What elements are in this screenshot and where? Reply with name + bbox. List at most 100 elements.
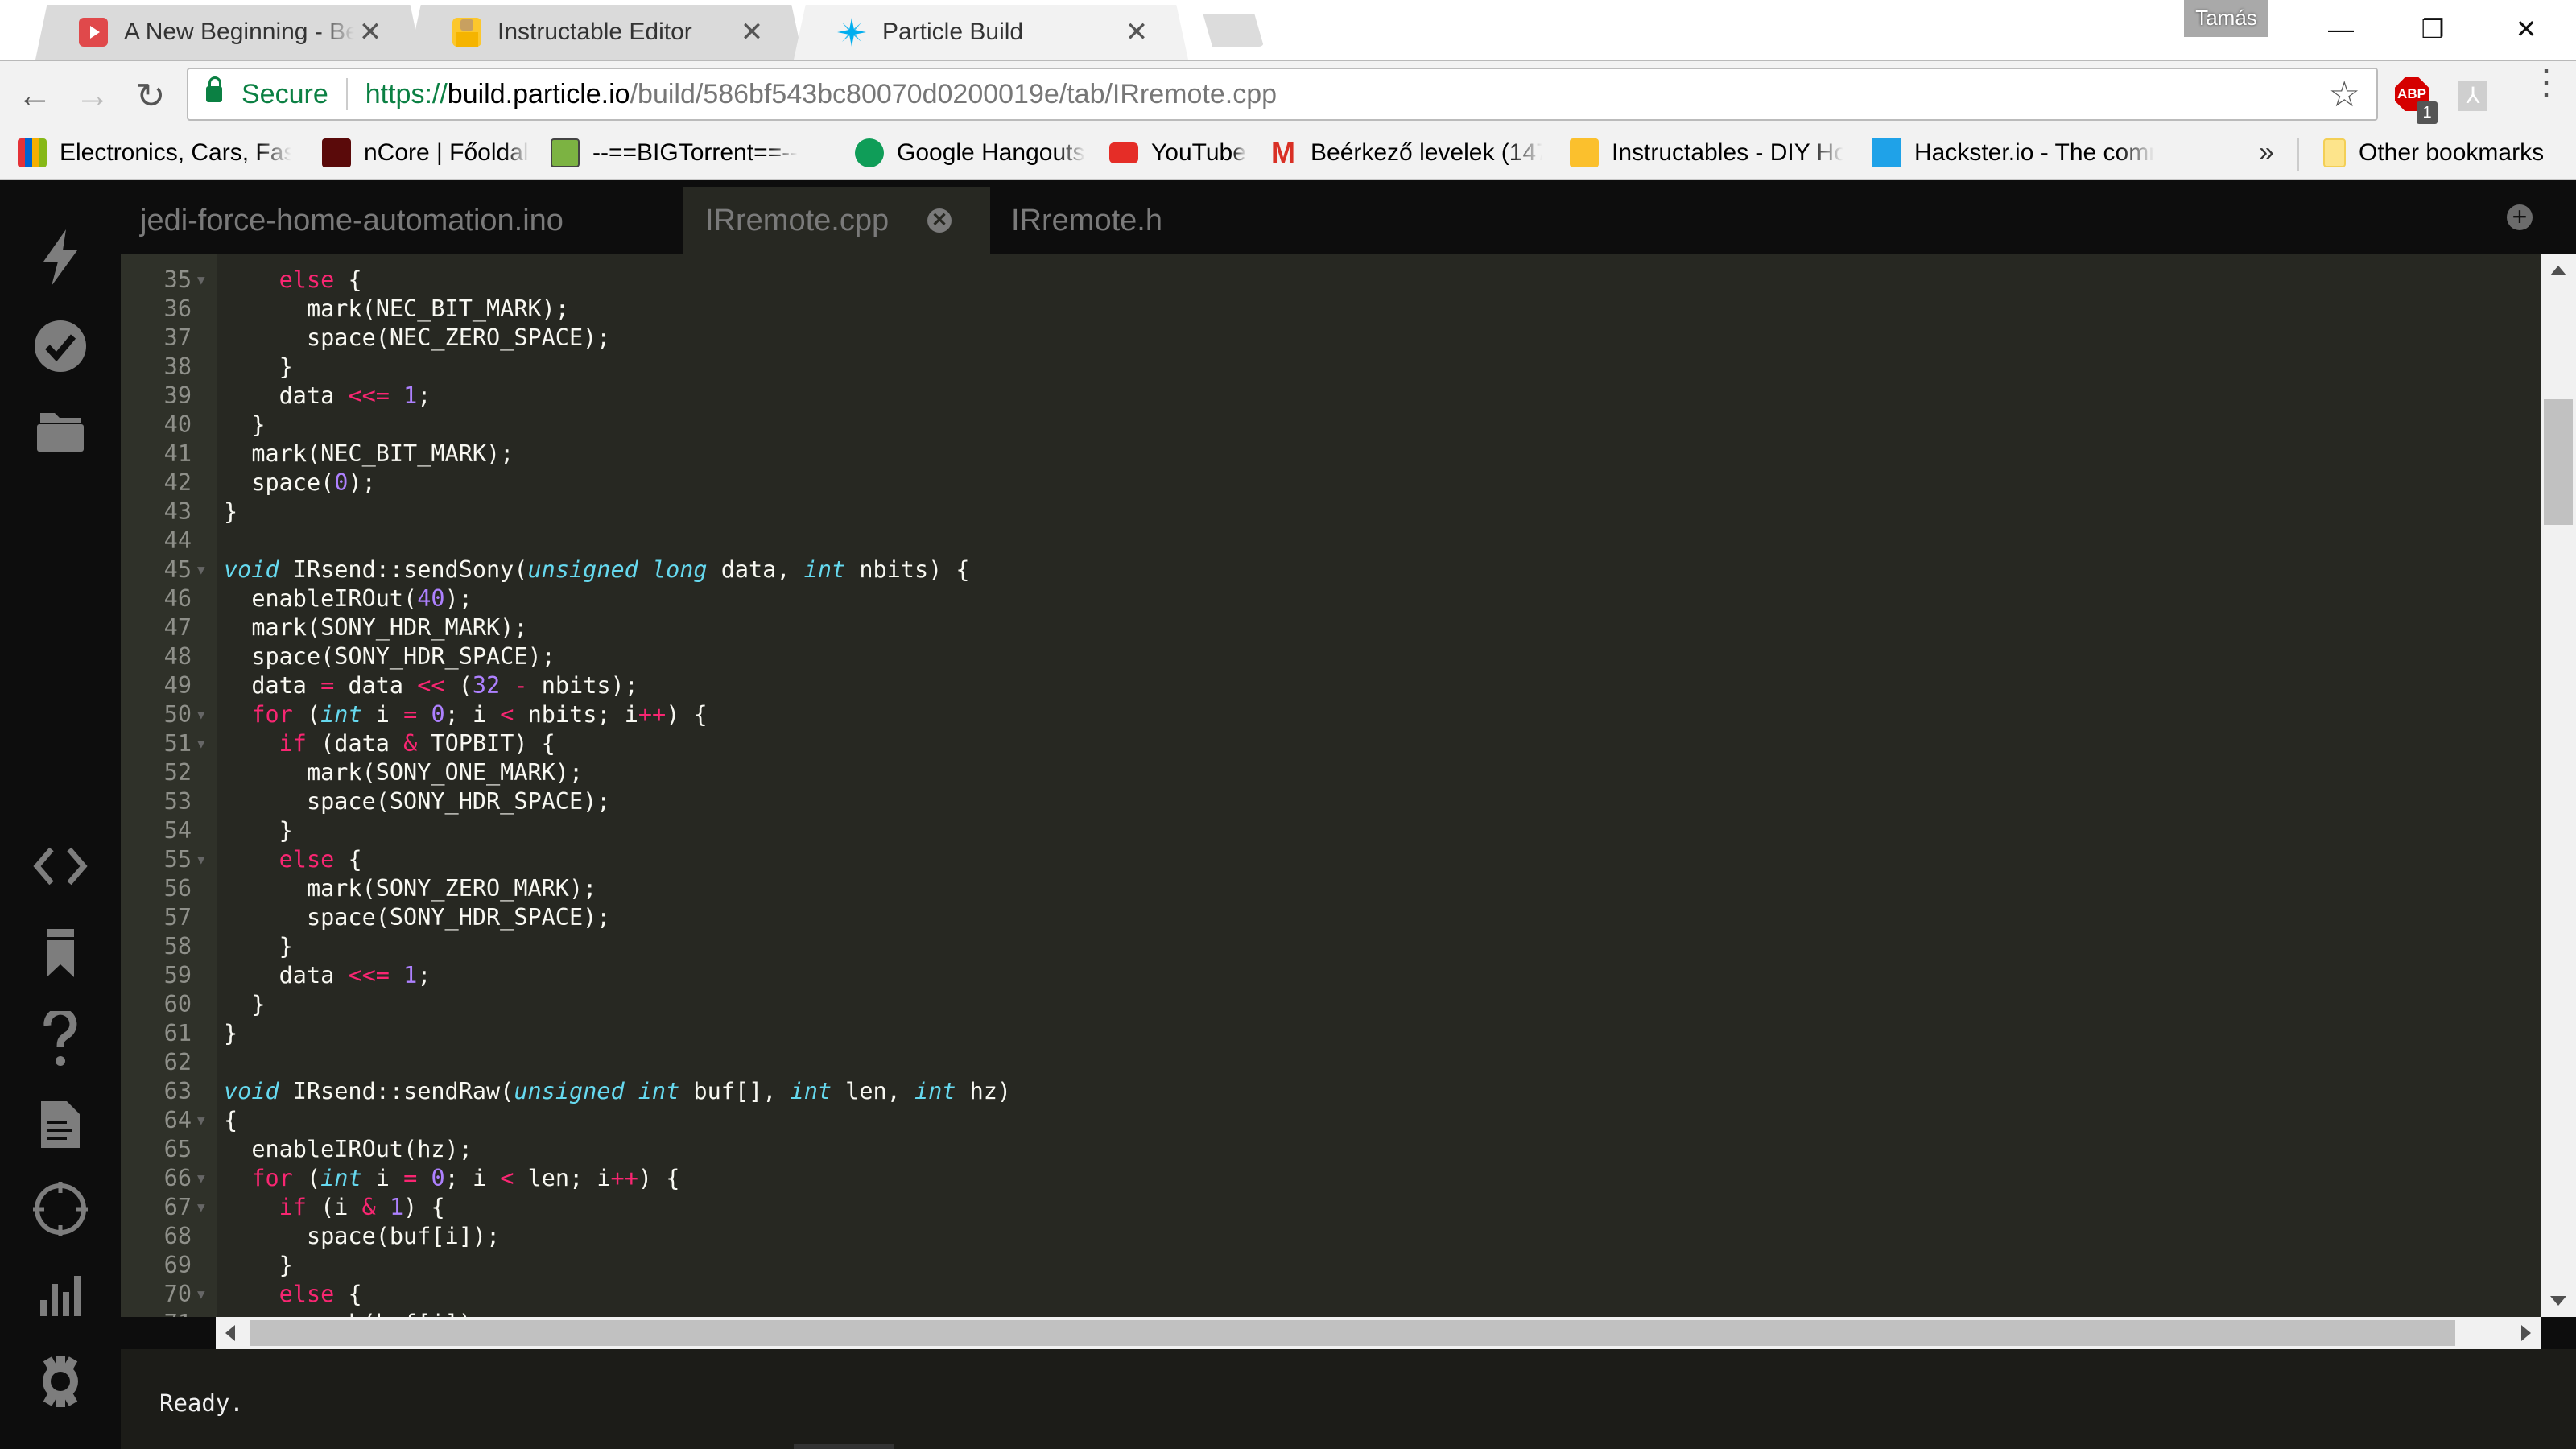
chrome-menu-icon[interactable]: ⋮ <box>2529 65 2563 116</box>
code-line[interactable]: 42 space(0); <box>121 469 2541 497</box>
ncore-icon <box>322 138 351 167</box>
fold-arrow-icon[interactable]: ▼ <box>197 700 205 729</box>
profile-button[interactable]: Tamás <box>2184 0 2268 37</box>
console-chart-icon[interactable] <box>28 1262 93 1327</box>
fold-arrow-icon[interactable]: ▼ <box>197 1106 205 1135</box>
bookmark-star-icon[interactable]: ☆ <box>2329 74 2360 115</box>
fold-arrow-icon[interactable]: ▼ <box>197 555 205 584</box>
verify-icon[interactable] <box>28 314 93 378</box>
flash-icon[interactable] <box>28 225 93 290</box>
bookmark-youtube[interactable]: YouTube <box>1109 135 1270 171</box>
bookmark-gmail[interactable]: M Beérkező levelek (147) <box>1269 135 1542 171</box>
code-line[interactable]: 62 <box>121 1048 2541 1077</box>
libraries-bookmark-icon[interactable] <box>28 921 93 985</box>
new-tab-button[interactable] <box>1203 14 1264 47</box>
code-line[interactable]: 67 ▼ if (i & 1) { <box>121 1193 2541 1222</box>
restore-button[interactable]: ❐ <box>2401 6 2465 52</box>
acrobat-pdf-icon[interactable]: ⅄ <box>2458 80 2487 111</box>
save-folder-icon[interactable] <box>28 399 93 464</box>
horizontal-scroll-thumb[interactable] <box>250 1320 2455 1346</box>
code-line[interactable]: 59 data <<= 1; <box>121 961 2541 990</box>
fold-arrow-icon[interactable]: ▼ <box>197 729 205 758</box>
code-line[interactable]: 39 data <<= 1; <box>121 382 2541 411</box>
reload-button[interactable]: ↻ <box>130 76 171 116</box>
browser-tab-youtube[interactable]: A New Beginning - Bensound ✕ <box>35 5 422 60</box>
code-line[interactable]: 64 ▼ { <box>121 1106 2541 1135</box>
code-line[interactable]: 38 } <box>121 353 2541 382</box>
code-line[interactable]: 37 space(NEC_ZERO_SPACE); <box>121 324 2541 353</box>
code-line[interactable]: 60 } <box>121 990 2541 1019</box>
code-line[interactable]: 40 } <box>121 411 2541 440</box>
code-line[interactable]: 36 mark(NEC_BIT_MARK); <box>121 295 2541 324</box>
add-file-tab-icon[interactable]: + <box>2507 204 2533 230</box>
file-tab-irremote-cpp[interactable]: IRremote.cpp ✕ <box>683 187 990 254</box>
code-line[interactable]: 58 } <box>121 932 2541 961</box>
file-tab-ino[interactable]: jedi-force-home-automation.ino <box>140 187 655 254</box>
code-line[interactable]: 49 data = data << (32 - nbits); <box>121 671 2541 700</box>
bookmark-bigtorrent[interactable]: --==BIGTorrent==-- <box>551 135 824 171</box>
code-line[interactable]: 43} <box>121 497 2541 526</box>
code-line[interactable]: 56 mark(SONY_ZERO_MARK); <box>121 874 2541 903</box>
code-line[interactable]: 66 ▼ for (int i = 0; i < len; i++) { <box>121 1164 2541 1193</box>
back-button[interactable]: ← <box>14 76 55 116</box>
code-line[interactable]: 51 ▼ if (data & TOPBIT) { <box>121 729 2541 758</box>
file-tab-irremote-h[interactable]: IRremote.h <box>1011 187 1253 254</box>
close-file-tab-icon[interactable]: ✕ <box>927 208 952 233</box>
close-tab-icon[interactable]: ✕ <box>736 16 768 48</box>
code-line[interactable]: 61} <box>121 1019 2541 1048</box>
fold-arrow-icon[interactable]: ▼ <box>197 1164 205 1193</box>
code-line[interactable]: 57 space(SONY_HDR_SPACE); <box>121 903 2541 932</box>
vertical-scrollbar[interactable] <box>2541 254 2576 1317</box>
help-icon[interactable] <box>28 1006 93 1071</box>
code-editor[interactable]: 35 ▼ else {36 mark(NEC_BIT_MARK); 37 space… <box>121 254 2541 1317</box>
code-line[interactable]: 35 ▼ else { <box>121 266 2541 295</box>
code-line[interactable]: 45 ▼ void IRsend::sendSony(unsigned long d… <box>121 555 2541 584</box>
vertical-scroll-thumb[interactable] <box>2544 399 2573 525</box>
resize-handle[interactable] <box>794 1444 894 1449</box>
scroll-left-arrow-icon[interactable] <box>225 1325 235 1341</box>
bookmark-instructables[interactable]: Instructables - DIY How To <box>1570 135 1843 171</box>
forward-button[interactable]: → <box>72 76 113 116</box>
scroll-right-arrow-icon[interactable] <box>2521 1325 2531 1341</box>
code-line[interactable]: 54 } <box>121 816 2541 845</box>
code-line[interactable]: 55 ▼ else { <box>121 845 2541 874</box>
code-line[interactable]: 53 space(SONY_HDR_SPACE); <box>121 787 2541 816</box>
horizontal-scrollbar[interactable] <box>216 1317 2541 1349</box>
code-line[interactable]: 46 enableIROut(40); <box>121 584 2541 613</box>
bookmark-ebay[interactable]: Electronics, Cars, Fashion <box>18 135 291 171</box>
window-close-button[interactable]: ✕ <box>2494 6 2558 52</box>
code-line[interactable]: 50 ▼ for (int i = 0; i < nbits; i++) { <box>121 700 2541 729</box>
code-line[interactable]: 68 space(buf[i]); <box>121 1222 2541 1251</box>
minimize-button[interactable]: — <box>2309 6 2373 52</box>
more-bookmarks-chevron-icon[interactable]: » <box>2259 137 2274 168</box>
fold-arrow-icon[interactable]: ▼ <box>197 1280 205 1309</box>
code-line[interactable]: 65 enableIROut(hz); <box>121 1135 2541 1164</box>
other-bookmarks-folder[interactable]: Other bookmarks <box>2323 135 2565 171</box>
fold-arrow-icon[interactable]: ▼ <box>197 845 205 874</box>
code-line[interactable]: 52 mark(SONY_ONE_MARK); <box>121 758 2541 787</box>
code-line[interactable]: 41 mark(NEC_BIT_MARK); <box>121 440 2541 469</box>
code-line[interactable]: 47 mark(SONY_HDR_MARK); <box>121 613 2541 642</box>
fold-arrow-icon[interactable]: ▼ <box>197 1193 205 1222</box>
browser-tab-instructables[interactable]: Instructable Editor ✕ <box>409 5 803 60</box>
code-line[interactable]: 70 ▼ else { <box>121 1280 2541 1309</box>
code-icon[interactable] <box>28 834 93 898</box>
bookmark-hangouts[interactable]: Google Hangouts <box>855 135 1096 171</box>
fold-arrow-icon[interactable]: ▼ <box>197 266 205 295</box>
address-bar[interactable]: Secure https:// build.particle.io /build… <box>187 68 2378 121</box>
code-line[interactable]: 48 space(SONY_HDR_SPACE); <box>121 642 2541 671</box>
bookmark-hackster[interactable]: Hackster.io - The community <box>1872 135 2154 171</box>
settings-gear-icon[interactable] <box>28 1349 93 1414</box>
docs-icon[interactable] <box>28 1092 93 1156</box>
browser-tab-particle-build[interactable]: Particle Build ✕ <box>794 5 1188 60</box>
scroll-down-arrow-icon[interactable] <box>2550 1296 2566 1306</box>
code-line[interactable]: 71 mark(buf[i]); <box>121 1309 2541 1317</box>
close-tab-icon[interactable]: ✕ <box>1121 16 1153 48</box>
code-line[interactable]: 44 <box>121 526 2541 555</box>
code-line[interactable]: 63 void IRsend::sendRaw(unsigned int buf[… <box>121 1077 2541 1106</box>
code-line[interactable]: 69 } <box>121 1251 2541 1280</box>
bookmark-ncore[interactable]: nCore | Főoldal <box>322 135 531 171</box>
scroll-up-arrow-icon[interactable] <box>2550 266 2566 275</box>
close-tab-icon[interactable]: ✕ <box>354 16 386 48</box>
devices-target-icon[interactable] <box>28 1177 93 1241</box>
